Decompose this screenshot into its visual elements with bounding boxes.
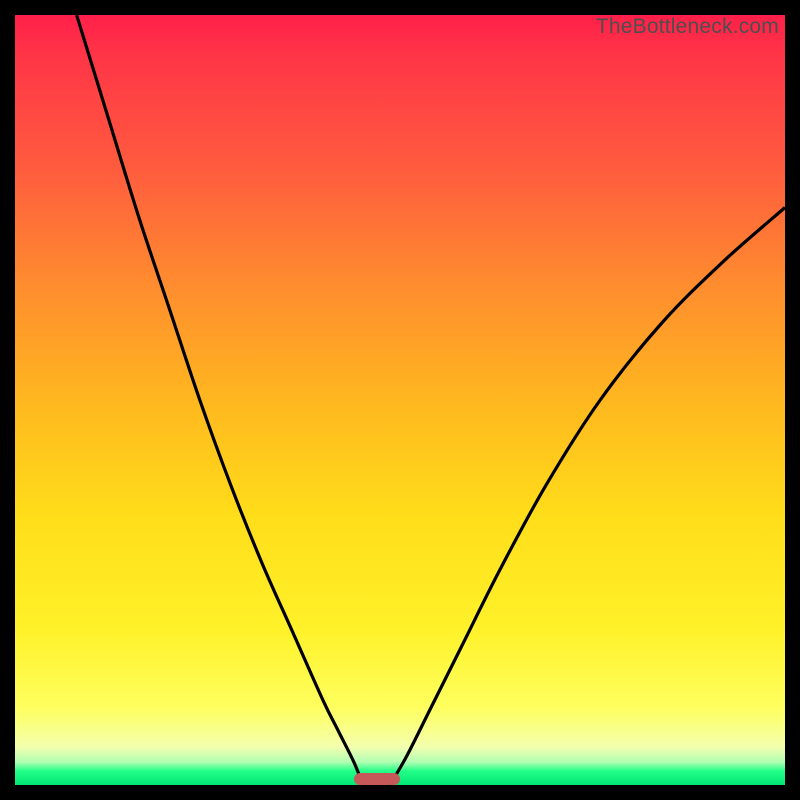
bottleneck-curve: [15, 15, 785, 785]
curve-left-branch: [77, 15, 362, 781]
chart-plot-area: TheBottleneck.com: [15, 15, 785, 785]
chart-frame: TheBottleneck.com: [15, 15, 785, 785]
curve-right-branch: [392, 208, 785, 782]
optimal-marker: [354, 773, 400, 785]
